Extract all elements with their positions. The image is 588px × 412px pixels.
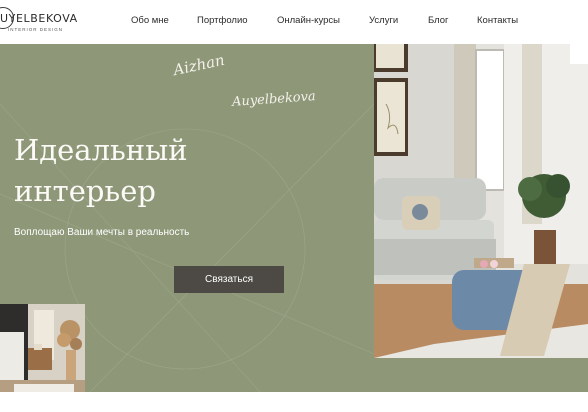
hero-section: Aizhan Auyelbekova Идеальный интерьер Во… — [0, 44, 588, 392]
nav-item-blog[interactable]: Блог — [428, 15, 449, 26]
hero-title: Идеальный интерьер — [14, 130, 188, 212]
bedroom-photo — [0, 304, 85, 392]
site-header: UYELBEKOVA INTERIOR DESIGN Обо мне Портф… — [0, 0, 588, 44]
hero-title-line2: интерьер — [14, 174, 156, 208]
nav-item-portfolio[interactable]: Портфолио — [197, 15, 248, 26]
main-nav: Обо мне Портфолио Онлайн-курсы Услуги Бл… — [0, 15, 588, 29]
living-room-photo — [374, 44, 588, 358]
nav-item-about[interactable]: Обо мне — [131, 15, 169, 26]
nav-item-contacts[interactable]: Контакты — [477, 15, 518, 26]
contact-button[interactable]: Связаться — [174, 266, 284, 293]
nav-item-services[interactable]: Услуги — [369, 15, 398, 26]
nav-item-courses[interactable]: Онлайн-курсы — [277, 15, 340, 26]
hero-subtitle: Воплощаю Ваши мечты в реальность — [14, 227, 190, 238]
hero-title-line1: Идеальный — [14, 133, 188, 167]
